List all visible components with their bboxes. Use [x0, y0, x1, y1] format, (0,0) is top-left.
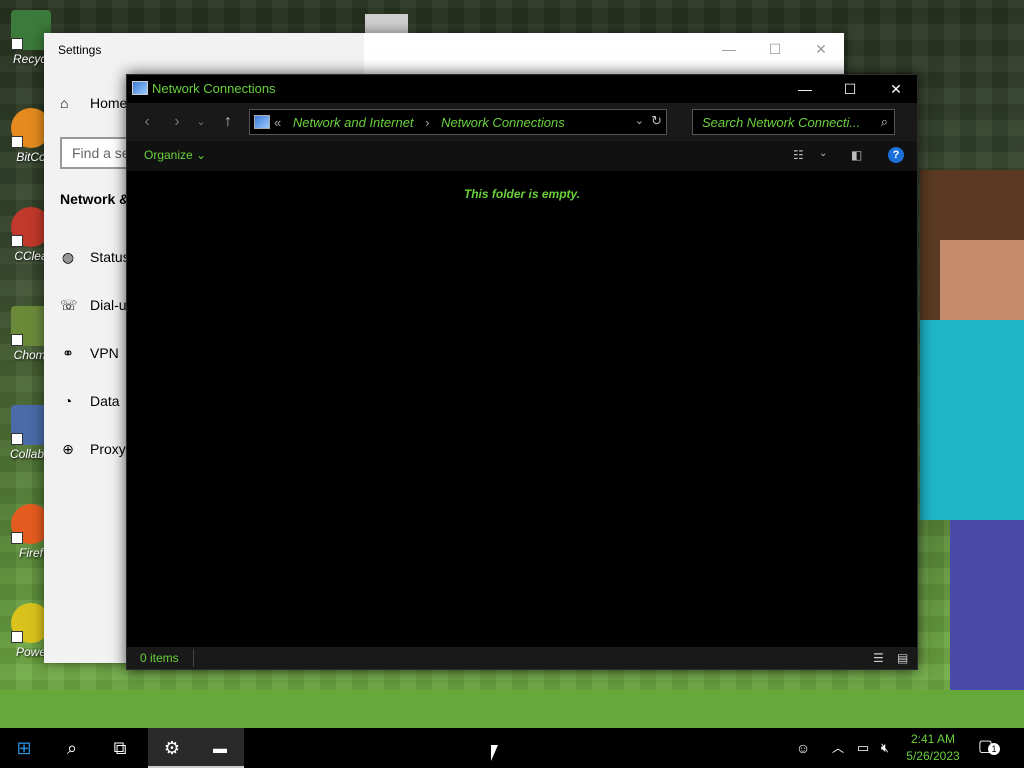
address-bar[interactable]: « Network and Internet › Network Connect…	[249, 109, 667, 135]
change-view-icon[interactable]: ☷	[793, 148, 804, 162]
explorer-maximize-button[interactable]: ☐	[827, 75, 873, 103]
notification-count-badge: 1	[988, 743, 1000, 755]
action-center-icon[interactable]: ▢ 1	[978, 736, 1000, 758]
breadcrumb-separator: ›	[425, 115, 430, 130]
taskbar-settings-gear-icon[interactable]: ⚙	[148, 728, 196, 768]
status-divider	[193, 649, 194, 667]
people-icon[interactable]: ☺	[792, 728, 814, 768]
bg-character-face	[940, 240, 1024, 320]
volume-muted-icon[interactable]: 🔇︎	[876, 728, 894, 768]
network-connections-icon	[132, 81, 148, 95]
settings-titlebar[interactable]: Settings — ☐ ✕	[44, 33, 844, 65]
back-arrow-icon[interactable]: ‹	[136, 111, 158, 133]
settings-close-button[interactable]: ✕	[798, 33, 844, 65]
organize-menu-button[interactable]: Organize ⌄	[144, 148, 206, 162]
explorer-status-bar: 0 items ☰ ▤	[127, 647, 917, 669]
organize-label: Organize	[144, 148, 193, 162]
mouse-cursor	[491, 745, 498, 761]
explorer-search-box[interactable]: ⌕	[692, 109, 895, 135]
vpn-icon: ⚭	[62, 345, 74, 361]
explorer-title: Network Connections	[152, 81, 276, 96]
home-label: Home	[90, 95, 128, 111]
details-view-icon[interactable]: ☰	[873, 651, 884, 665]
settings-maximize-button[interactable]: ☐	[752, 33, 798, 65]
settings-search-placeholder: Find a se	[72, 145, 130, 161]
help-icon[interactable]: ?	[888, 147, 904, 163]
breadcrumb-overflow[interactable]: «	[274, 115, 281, 130]
settings-minimize-button[interactable]: —	[706, 33, 752, 65]
settings-title: Settings	[58, 43, 102, 57]
bg-grass	[0, 690, 1024, 728]
item-count: 0 items	[140, 651, 179, 665]
bg-character-pants	[950, 520, 1024, 700]
explorer-search-input[interactable]	[693, 110, 873, 134]
network-status-icon[interactable]: ▭	[854, 728, 872, 768]
explorer-minimize-button[interactable]: —	[782, 75, 828, 103]
view-options-chevron-icon[interactable]: ⌄	[819, 148, 827, 159]
recent-locations-chevron-icon[interactable]: ⌄	[190, 111, 212, 133]
explorer-command-bar: Organize ⌄ ☷ ⌄ ◧ ?	[127, 141, 917, 171]
nav-label: VPN	[90, 345, 119, 361]
bg-character-shirt	[920, 320, 1024, 520]
settings-home-link[interactable]: ⌂ Home	[60, 95, 127, 111]
explorer-close-button[interactable]: ✕	[873, 75, 919, 103]
clock-date: 5/26/2023	[906, 749, 960, 763]
up-arrow-icon[interactable]: ↑	[217, 111, 239, 133]
settings-nav-status[interactable]: ◍ Status	[60, 249, 130, 266]
bg-block	[365, 14, 408, 34]
taskbar-network-connections-icon[interactable]: ▬	[196, 728, 244, 768]
proxy-globe-icon: ⊕	[62, 441, 74, 457]
taskbar-search-icon[interactable]: ⌕	[48, 728, 96, 768]
taskbar: ⊞ ⌕ ⧉ ⚙ ▬ ☺ ︿ ▭ 🔇︎ 2:41 AM 5/26/2023 ▢ 1	[0, 728, 1024, 768]
show-hidden-icons-chevron-icon[interactable]: ︿	[830, 728, 846, 768]
refresh-icon[interactable]: ↻	[651, 113, 662, 129]
home-icon: ⌂	[60, 95, 69, 111]
breadcrumb-network-and-internet[interactable]: Network and Internet	[293, 115, 414, 130]
address-dropdown-icon[interactable]: ⌄	[635, 114, 644, 127]
task-view-icon[interactable]: ⧉	[96, 728, 144, 768]
nav-label: Dial-u	[90, 297, 127, 313]
explorer-content-area[interactable]: This folder is empty.	[127, 171, 917, 649]
settings-nav-vpn[interactable]: ⚭ VPN	[60, 345, 119, 362]
data-usage-icon: ◔	[63, 393, 73, 409]
empty-folder-message: This folder is empty.	[463, 187, 581, 201]
nav-label: Proxy	[90, 441, 126, 457]
dialup-icon: ☏	[60, 297, 78, 313]
settings-section-title: Network &	[60, 191, 130, 207]
preview-pane-icon[interactable]: ◧	[851, 148, 862, 162]
nav-label: Status	[90, 249, 130, 265]
control-panel-icon	[254, 115, 270, 129]
explorer-address-bar-row: ‹ › ⌄ ↑ « Network and Internet › Network…	[127, 103, 917, 141]
large-icons-view-icon[interactable]: ▤	[897, 651, 908, 665]
taskbar-clock[interactable]: 2:41 AM 5/26/2023	[900, 731, 966, 765]
network-connections-window: Network Connections — ☐ ✕ ‹ › ⌄ ↑ « Netw…	[126, 74, 918, 670]
clock-time: 2:41 AM	[910, 732, 956, 746]
globe-icon: ◍	[61, 249, 75, 265]
explorer-titlebar[interactable]: Network Connections — ☐ ✕	[127, 75, 917, 103]
settings-nav-dialup[interactable]: ☏ Dial-u	[60, 297, 127, 314]
nav-label: Data	[90, 393, 120, 409]
breadcrumb: « Network and Internet › Network Connect…	[274, 115, 573, 130]
settings-nav-proxy[interactable]: ⊕ Proxy	[60, 441, 126, 458]
start-windows-icon[interactable]: ⊞	[0, 728, 48, 768]
settings-nav-data-usage[interactable]: ◔ Data	[60, 393, 120, 409]
search-icon[interactable]: ⌕	[881, 114, 888, 130]
forward-arrow-icon[interactable]: ›	[166, 111, 188, 133]
breadcrumb-network-connections[interactable]: Network Connections	[441, 115, 565, 130]
